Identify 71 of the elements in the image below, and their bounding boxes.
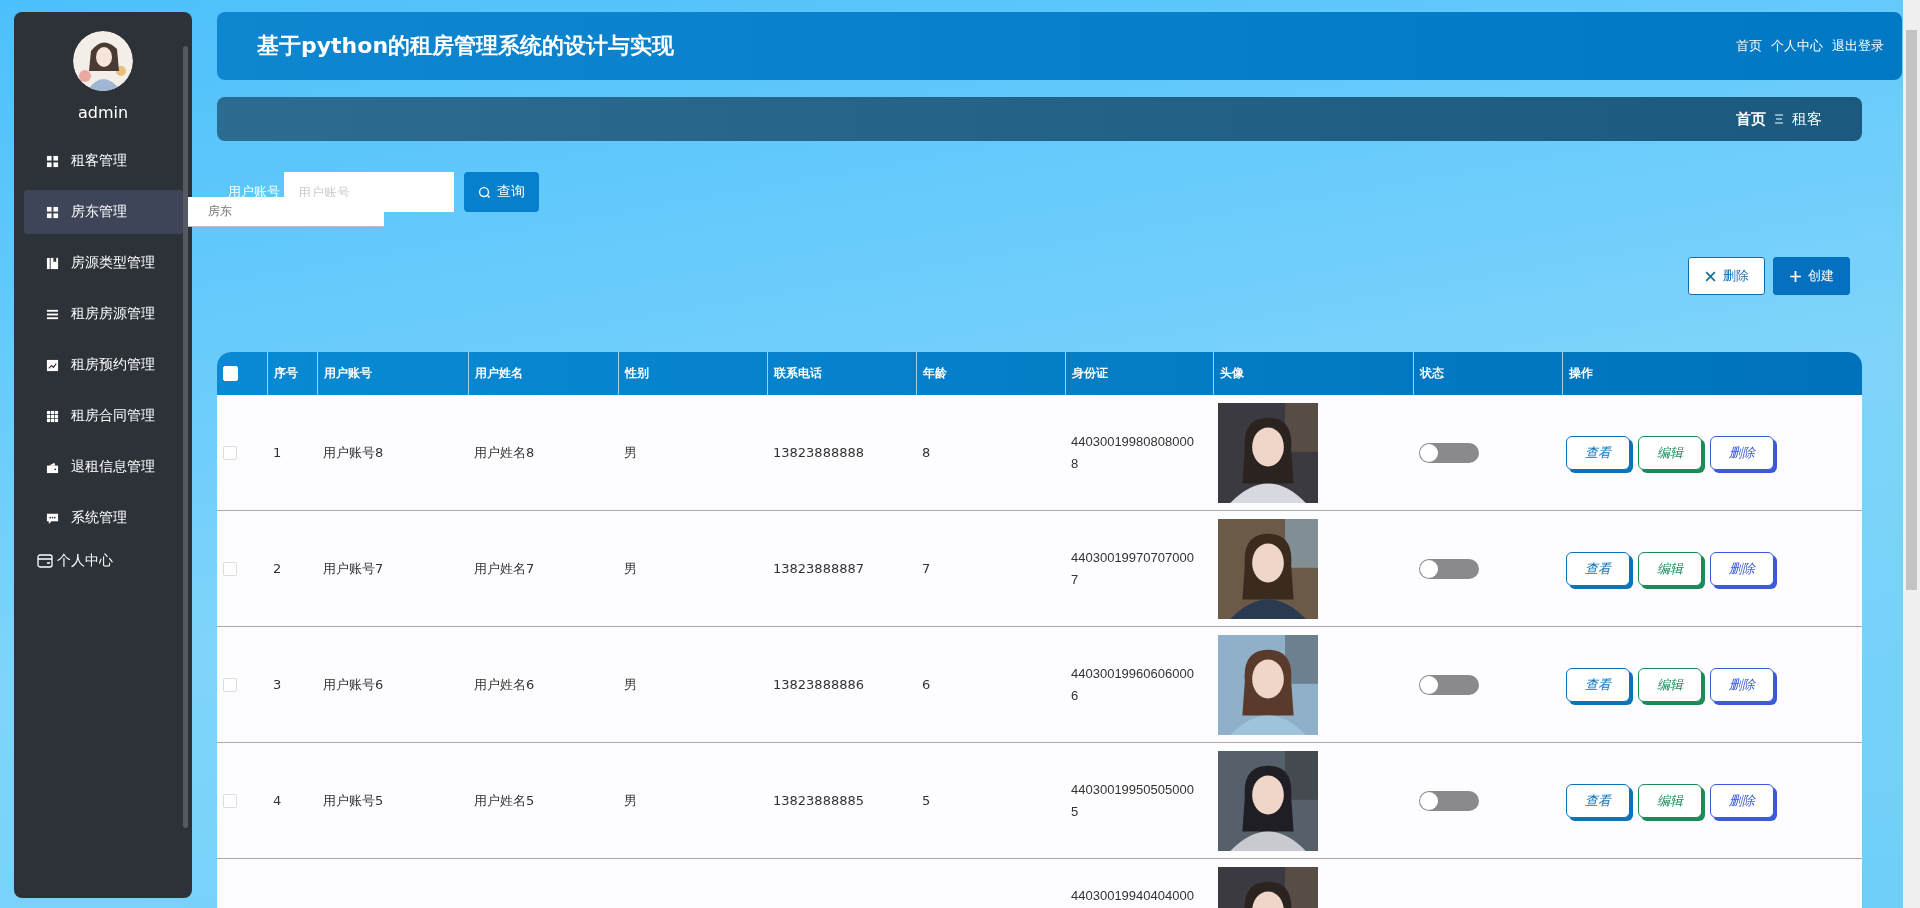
delete-button[interactable]: 删除 <box>1688 257 1765 295</box>
table-cell: 男 <box>624 675 637 694</box>
header-link[interactable]: 个人中心 <box>1771 37 1823 55</box>
row-action-button[interactable]: 删除 <box>1710 667 1774 702</box>
header-link[interactable]: 首页 <box>1736 37 1762 55</box>
table-cell: 3 <box>273 677 282 692</box>
table-cell-text: 440300199505050005 <box>1071 780 1195 821</box>
menu-item[interactable]: 房源类型管理 <box>24 241 184 285</box>
breadcrumb-link[interactable]: 首页 <box>1736 109 1766 129</box>
row-action-button[interactable]: 删除 <box>1710 783 1774 818</box>
row-action-button[interactable]: 编辑 <box>1638 783 1702 818</box>
column-header: 序号 <box>274 365 298 382</box>
row-action-button[interactable]: 编辑 <box>1638 551 1702 586</box>
table-cell: 5 <box>922 793 931 808</box>
row-action-button[interactable]: 查看 <box>1566 551 1630 586</box>
row-action-button[interactable]: 编辑 <box>1638 667 1702 702</box>
app-title: 基于python的租房管理系统的设计与实现 <box>257 32 675 60</box>
table-cell: 13823888887 <box>773 561 864 576</box>
table-cell: 用户姓名8 <box>474 443 535 462</box>
table-cell-text: 44030019940404000 <box>1071 887 1195 905</box>
table-cell: 用户账号5 <box>323 791 384 810</box>
column-header: 状态 <box>1420 365 1444 382</box>
breadcrumb-link[interactable]: 租客 <box>1792 109 1822 129</box>
table-cell: 4 <box>273 793 282 808</box>
table-cell: 13823888888 <box>773 445 864 460</box>
column-header: 性别 <box>625 365 649 382</box>
menu-item[interactable]: 房东管理 <box>24 190 184 234</box>
create-button[interactable]: 创建 <box>1773 257 1850 295</box>
column-header: 年龄 <box>923 365 947 382</box>
table-cell: 用户姓名5 <box>474 791 535 810</box>
menu-item[interactable]: 个人中心 <box>37 552 113 570</box>
table-cell: 6 <box>922 677 931 692</box>
header-link[interactable]: 退出登录 <box>1832 37 1884 55</box>
row-action-button[interactable]: 查看 <box>1566 667 1630 702</box>
username: admin <box>77 103 129 122</box>
column-header: 身份证 <box>1072 365 1108 382</box>
table-cell: 13823888886 <box>773 677 864 692</box>
table-cell: 男 <box>624 559 637 578</box>
menu-item[interactable]: 租客管理 <box>24 139 184 183</box>
table-cell: 2 <box>273 561 282 576</box>
menu-item[interactable]: 租房预约管理 <box>24 343 184 387</box>
row-action-button[interactable]: 查看 <box>1566 783 1630 818</box>
column-header: 用户账号 <box>324 365 372 382</box>
table-cell-text: 440300199808080008 <box>1071 432 1195 473</box>
table-cell: 男 <box>624 791 637 810</box>
row-action-button[interactable]: 查看 <box>1566 435 1630 470</box>
row-action-button[interactable]: 删除 <box>1710 435 1774 470</box>
table-cell: 用户账号7 <box>323 559 384 578</box>
table-cell: 用户姓名7 <box>474 559 535 578</box>
column-header: 头像 <box>1220 365 1244 382</box>
table-cell: 男 <box>624 443 637 462</box>
menu-item[interactable]: 退租信息管理 <box>24 445 184 489</box>
row-action-button[interactable]: 删除 <box>1710 551 1774 586</box>
table-cell: 用户姓名6 <box>474 675 535 694</box>
table-cell: 用户账号6 <box>323 675 384 694</box>
column-header: 操作 <box>1569 365 1593 382</box>
submenu-item[interactable]: 房东 <box>188 197 384 226</box>
table-cell: 13823888885 <box>773 793 864 808</box>
menu-item[interactable]: 系统管理 <box>24 496 184 540</box>
table-cell-text: 440300199707070007 <box>1071 548 1195 589</box>
table-cell: 用户账号8 <box>323 443 384 462</box>
table-cell: 1 <box>273 445 282 460</box>
table-cell-text: 440300199606060006 <box>1071 664 1195 705</box>
table-cell: 7 <box>922 561 931 576</box>
menu-item[interactable]: 租房合同管理 <box>24 394 184 438</box>
menu-item[interactable]: 租房房源管理 <box>24 292 184 336</box>
row-action-button[interactable]: 编辑 <box>1638 435 1702 470</box>
table-cell: 8 <box>922 445 931 460</box>
search-button[interactable]: 查询 <box>464 172 539 212</box>
column-header: 用户姓名 <box>475 365 523 382</box>
column-header: 联系电话 <box>774 365 822 382</box>
